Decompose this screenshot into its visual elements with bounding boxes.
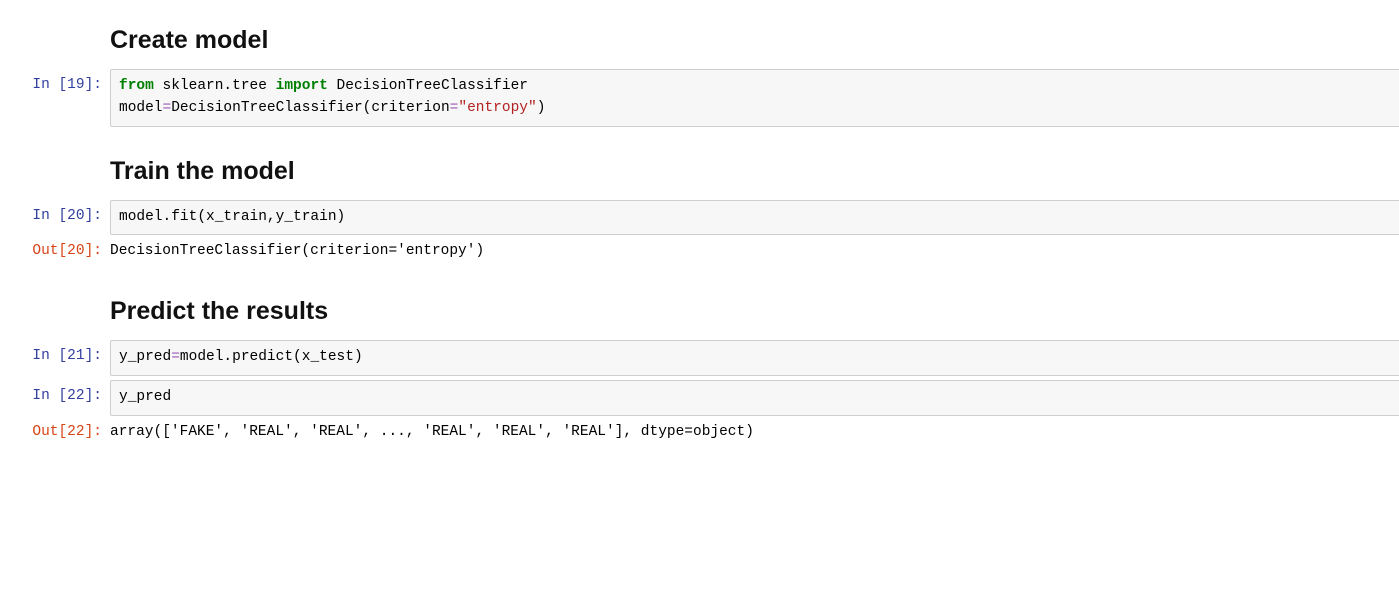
markdown-cell: Train the model [0, 139, 1399, 200]
input-prompt: In [19]: [0, 69, 110, 101]
markdown-prompt-placeholder [0, 279, 110, 305]
code-input-area[interactable]: y_pred [110, 380, 1399, 416]
markdown-prompt-placeholder [0, 8, 110, 34]
output-cell: Out[22]: array(['FAKE', 'REAL', 'REAL', … [0, 416, 1399, 448]
code-input-area[interactable]: from sklearn.tree import DecisionTreeCla… [110, 69, 1399, 127]
section-heading: Train the model [110, 139, 1399, 200]
markdown-prompt-placeholder [0, 139, 110, 165]
code-cell: In [20]: model.fit(x_train,y_train) [0, 200, 1399, 236]
section-heading: Create model [110, 8, 1399, 69]
output-prompt: Out[22]: [0, 416, 110, 448]
output-text: DecisionTreeClassifier(criterion='entrop… [110, 235, 1399, 267]
notebook-container: Create model In [19]: from sklearn.tree … [0, 0, 1399, 447]
markdown-cell: Predict the results [0, 279, 1399, 340]
markdown-cell: Create model [0, 8, 1399, 69]
code-cell: In [21]: y_pred=model.predict(x_test) [0, 340, 1399, 376]
code-input-area[interactable]: model.fit(x_train,y_train) [110, 200, 1399, 236]
output-cell: Out[20]: DecisionTreeClassifier(criterio… [0, 235, 1399, 267]
output-prompt: Out[20]: [0, 235, 110, 267]
code-input-area[interactable]: y_pred=model.predict(x_test) [110, 340, 1399, 376]
input-prompt: In [21]: [0, 340, 110, 372]
code-cell: In [22]: y_pred [0, 380, 1399, 416]
input-prompt: In [22]: [0, 380, 110, 412]
code-cell: In [19]: from sklearn.tree import Decisi… [0, 69, 1399, 127]
section-heading: Predict the results [110, 279, 1399, 340]
output-text: array(['FAKE', 'REAL', 'REAL', ..., 'REA… [110, 416, 1399, 448]
input-prompt: In [20]: [0, 200, 110, 232]
